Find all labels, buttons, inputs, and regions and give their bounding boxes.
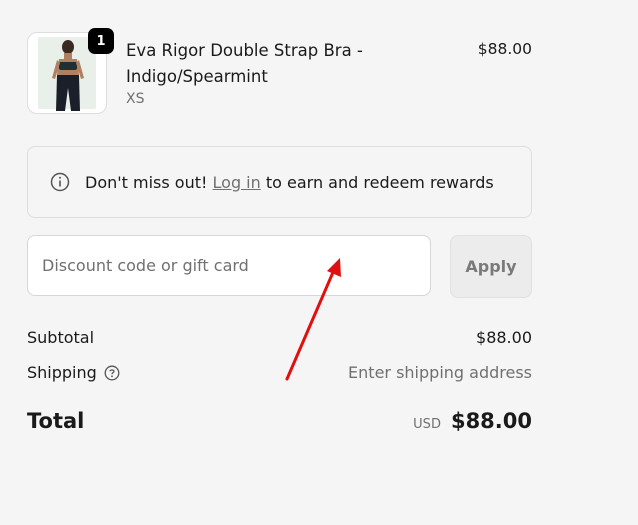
rewards-banner: Don't miss out! Log in to earn and redee… [27, 146, 532, 218]
product-variant: XS [126, 91, 145, 107]
login-link[interactable]: Log in [213, 173, 261, 192]
question-circle-icon[interactable] [104, 365, 120, 381]
order-summary: 1 Eva Rigor Double Strap Bra - Indigo/Sp… [27, 28, 532, 433]
subtotal-row: Subtotal $88.00 [27, 328, 532, 347]
total-value: $88.00 [450, 409, 532, 433]
subtotal-label: Subtotal [27, 328, 95, 347]
discount-code-input[interactable] [27, 235, 431, 296]
shipping-label: Shipping [27, 363, 97, 382]
rewards-message: Don't miss out! Log in to earn and redee… [85, 172, 494, 192]
total-label: Total [27, 409, 85, 433]
total-row: Total USD $88.00 [27, 409, 532, 433]
product-line-item: 1 Eva Rigor Double Strap Bra - Indigo/Sp… [27, 28, 532, 116]
shipping-row: Shipping Enter shipping address [27, 363, 532, 382]
product-name: Eva Rigor Double Strap Bra - Indigo/Spea… [126, 41, 363, 86]
quantity-badge: 1 [88, 28, 114, 54]
shipping-value: Enter shipping address [348, 363, 532, 382]
currency-code: USD [413, 417, 441, 432]
info-icon [50, 172, 70, 192]
subtotal-value: $88.00 [476, 328, 532, 347]
apply-button[interactable]: Apply [450, 235, 532, 298]
product-price: $88.00 [477, 40, 532, 58]
